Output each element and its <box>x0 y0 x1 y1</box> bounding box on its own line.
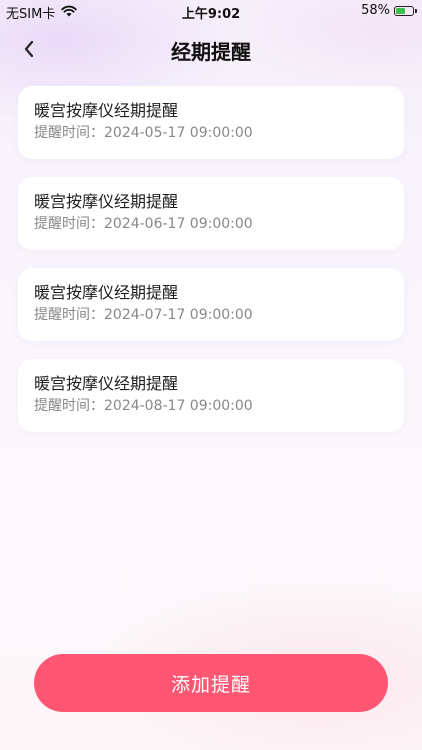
status-time: 上午9:02 <box>181 7 241 22</box>
page-title: 经期提醒 <box>171 40 251 64</box>
nav-bar: 经期提醒 <box>0 30 422 70</box>
reminder-time-label: 提醒时间： <box>34 398 104 414</box>
reminder-time-label: 提醒时间： <box>34 125 104 141</box>
battery-fill <box>396 7 405 14</box>
reminder-time-row: 提醒时间：2024-07-17 09:00:00 <box>34 305 388 325</box>
reminder-title: 暖宫按摩仪经期提醒 <box>34 283 179 302</box>
status-right: 58% <box>361 3 417 18</box>
reminder-time-label: 提醒时间： <box>34 307 104 323</box>
reminder-time-value: 2024-06-17 09:00:00 <box>104 216 253 232</box>
reminder-card[interactable]: 暖宫按摩仪经期提醒 提醒时间：2024-07-17 09:00:00 <box>18 268 404 341</box>
reminder-card[interactable]: 暖宫按摩仪经期提醒 提醒时间：2024-06-17 09:00:00 <box>18 177 404 250</box>
battery-percent: 58% <box>361 3 390 18</box>
reminder-list: 暖宫按摩仪经期提醒 提醒时间：2024-05-17 09:00:00 暖宫按摩仪… <box>18 86 404 450</box>
reminder-time-label: 提醒时间： <box>34 216 104 232</box>
reminder-title: 暖宫按摩仪经期提醒 <box>34 101 179 120</box>
battery-icon <box>394 5 417 16</box>
reminder-time-row: 提醒时间：2024-05-17 09:00:00 <box>34 123 388 143</box>
add-reminder-button[interactable]: 添加提醒 <box>34 654 388 712</box>
reminder-title: 暖宫按摩仪经期提醒 <box>34 374 179 393</box>
reminder-title: 暖宫按摩仪经期提醒 <box>34 192 179 211</box>
reminder-time-row: 提醒时间：2024-06-17 09:00:00 <box>34 214 388 234</box>
reminder-card[interactable]: 暖宫按摩仪经期提醒 提醒时间：2024-05-17 09:00:00 <box>18 86 404 159</box>
reminder-time-value: 2024-05-17 09:00:00 <box>104 125 253 141</box>
reminder-time-value: 2024-08-17 09:00:00 <box>104 398 253 414</box>
reminder-card[interactable]: 暖宫按摩仪经期提醒 提醒时间：2024-08-17 09:00:00 <box>18 359 404 432</box>
status-bar: 无SIM卡 上午9:02 58% <box>0 0 422 22</box>
reminder-time-row: 提醒时间：2024-08-17 09:00:00 <box>34 396 388 416</box>
reminder-time-value: 2024-07-17 09:00:00 <box>104 307 253 323</box>
